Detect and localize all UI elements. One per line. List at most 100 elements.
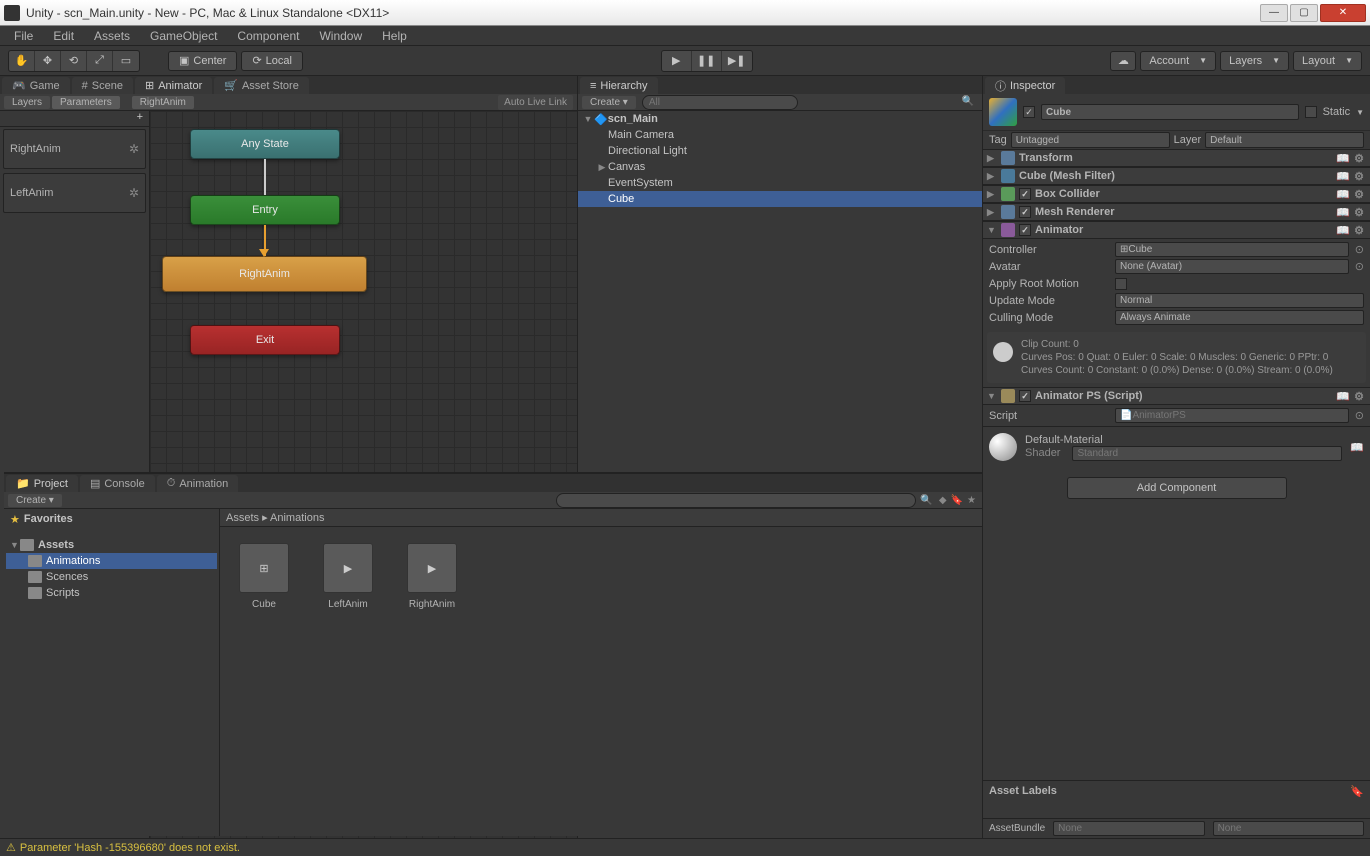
- assetbundle-variant-dropdown[interactable]: None: [1213, 821, 1364, 836]
- gear-icon[interactable]: ✲: [129, 142, 139, 156]
- breadcrumb-base[interactable]: RightAnim: [132, 96, 194, 109]
- help-icon[interactable]: 📖: [1336, 223, 1350, 237]
- param-rightanim[interactable]: RightAnim✲: [3, 129, 146, 169]
- update-mode-dropdown[interactable]: Normal: [1115, 293, 1364, 308]
- menu-file[interactable]: File: [4, 27, 43, 45]
- add-component-button[interactable]: Add Component: [1067, 477, 1287, 499]
- gear-icon[interactable]: ⚙: [1352, 223, 1366, 237]
- component-enabled-checkbox[interactable]: ✓: [1019, 206, 1031, 218]
- tab-assetstore[interactable]: 🛒 Asset Store: [214, 77, 309, 94]
- step-button[interactable]: ▶❚: [722, 51, 752, 71]
- layout-dropdown[interactable]: Layout▼: [1293, 51, 1362, 71]
- pivot-center-toggle[interactable]: ▣ Center: [168, 51, 237, 71]
- asset-cube[interactable]: ⊞Cube: [236, 543, 292, 610]
- culling-mode-dropdown[interactable]: Always Animate: [1115, 310, 1364, 325]
- node-entry[interactable]: Entry: [190, 195, 340, 225]
- gear-icon[interactable]: ⚙: [1352, 205, 1366, 219]
- node-rightanim[interactable]: RightAnim: [162, 256, 367, 292]
- close-button[interactable]: ✕: [1320, 4, 1366, 22]
- folder-scences[interactable]: Scences: [6, 569, 217, 585]
- component-enabled-checkbox[interactable]: ✓: [1019, 188, 1031, 200]
- assets-folder[interactable]: ▼Assets: [6, 537, 217, 553]
- hierarchy-item[interactable]: ▶Canvas: [578, 159, 982, 175]
- project-breadcrumb[interactable]: Assets ▸ Animations: [220, 509, 982, 527]
- node-exit[interactable]: Exit: [190, 325, 340, 355]
- gear-icon[interactable]: ⚙: [1352, 169, 1366, 183]
- help-icon[interactable]: 📖: [1336, 389, 1350, 403]
- tag-icon[interactable]: 🔖: [1350, 785, 1364, 798]
- rotate-tool[interactable]: ⟲: [61, 51, 87, 71]
- component-animatorps[interactable]: ▼✓Animator PS (Script)📖⚙: [983, 387, 1370, 405]
- hierarchy-search[interactable]: [642, 95, 798, 110]
- gear-icon[interactable]: ⚙: [1352, 187, 1366, 201]
- component-meshrenderer[interactable]: ▶✓Mesh Renderer📖⚙: [983, 203, 1370, 221]
- subtab-parameters[interactable]: Parameters: [52, 96, 120, 109]
- component-enabled-checkbox[interactable]: ✓: [1019, 390, 1031, 402]
- favorites-header[interactable]: ★Favorites: [6, 511, 217, 527]
- pivot-local-toggle[interactable]: ⟳ Local: [241, 51, 303, 71]
- tab-animation[interactable]: ⏱ Animation: [157, 475, 239, 492]
- play-button[interactable]: ▶: [662, 51, 692, 71]
- hierarchy-item[interactable]: EventSystem: [578, 175, 982, 191]
- component-meshfilter[interactable]: ▶Cube (Mesh Filter)📖⚙: [983, 167, 1370, 185]
- avatar-field[interactable]: None (Avatar): [1115, 259, 1349, 274]
- asset-rightanim[interactable]: ▶RightAnim: [404, 543, 460, 610]
- menu-component[interactable]: Component: [227, 27, 309, 45]
- cloud-button[interactable]: ☁: [1110, 51, 1136, 71]
- minimize-button[interactable]: —: [1260, 4, 1288, 22]
- component-transform[interactable]: ▶Transform📖⚙: [983, 149, 1370, 167]
- help-icon[interactable]: 📖: [1336, 187, 1350, 201]
- help-icon[interactable]: 📖: [1336, 205, 1350, 219]
- controller-field[interactable]: ⊞ Cube: [1115, 242, 1349, 257]
- menu-assets[interactable]: Assets: [84, 27, 140, 45]
- shader-dropdown[interactable]: Standard: [1072, 446, 1342, 461]
- hierarchy-item[interactable]: Main Camera: [578, 127, 982, 143]
- menu-window[interactable]: Window: [309, 27, 372, 45]
- tab-console[interactable]: ▤ Console: [80, 475, 155, 492]
- material-preview[interactable]: Default-Material ShaderStandard 📖: [983, 426, 1370, 467]
- gear-icon[interactable]: ✲: [129, 186, 139, 200]
- menu-help[interactable]: Help: [372, 27, 417, 45]
- tab-inspector[interactable]: ⓘ Inspector: [985, 77, 1065, 94]
- project-search[interactable]: [556, 493, 916, 508]
- apply-root-motion-checkbox[interactable]: [1115, 278, 1127, 290]
- component-animator[interactable]: ▼✓Animator📖⚙: [983, 221, 1370, 239]
- rect-tool[interactable]: ▭: [113, 51, 139, 71]
- filter-icon[interactable]: ◆: [939, 495, 947, 506]
- folder-animations[interactable]: Animations: [6, 553, 217, 569]
- hierarchy-item-selected[interactable]: Cube: [578, 191, 982, 207]
- filter-icon[interactable]: ★: [967, 495, 976, 506]
- assetbundle-dropdown[interactable]: None: [1053, 821, 1204, 836]
- hierarchy-item-scene[interactable]: ▼🔷 scn_Main: [578, 111, 982, 127]
- pause-button[interactable]: ❚❚: [692, 51, 722, 71]
- help-icon[interactable]: 📖: [1350, 441, 1364, 454]
- gear-icon[interactable]: ⚙: [1352, 389, 1366, 403]
- static-checkbox[interactable]: [1305, 106, 1317, 118]
- layer-dropdown[interactable]: Default: [1205, 132, 1364, 148]
- component-boxcollider[interactable]: ▶✓Box Collider📖⚙: [983, 185, 1370, 203]
- scale-tool[interactable]: ⤢: [87, 51, 113, 71]
- folder-scripts[interactable]: Scripts: [6, 585, 217, 601]
- tab-animator[interactable]: ⊞ Animator: [135, 77, 212, 94]
- help-icon[interactable]: 📖: [1336, 151, 1350, 165]
- maximize-button[interactable]: ▢: [1290, 4, 1318, 22]
- hierarchy-create[interactable]: Create ▾: [582, 96, 636, 109]
- component-enabled-checkbox[interactable]: ✓: [1019, 224, 1031, 236]
- script-field[interactable]: 📄 AnimatorPS: [1115, 408, 1349, 423]
- tag-dropdown[interactable]: Untagged: [1011, 132, 1170, 148]
- gameobject-name-field[interactable]: [1041, 104, 1299, 120]
- help-icon[interactable]: 📖: [1336, 169, 1350, 183]
- asset-leftanim[interactable]: ▶LeftAnim: [320, 543, 376, 610]
- layers-dropdown[interactable]: Layers▼: [1220, 51, 1289, 71]
- move-tool[interactable]: ✥: [35, 51, 61, 71]
- node-anystate[interactable]: Any State: [190, 129, 340, 159]
- tab-scene[interactable]: # Scene: [72, 77, 133, 94]
- menu-edit[interactable]: Edit: [43, 27, 84, 45]
- active-checkbox[interactable]: ✓: [1023, 106, 1035, 118]
- tab-hierarchy[interactable]: ≡ Hierarchy: [580, 77, 658, 94]
- auto-live-link[interactable]: Auto Live Link: [498, 95, 573, 110]
- account-dropdown[interactable]: Account▼: [1140, 51, 1216, 71]
- menu-gameobject[interactable]: GameObject: [140, 27, 227, 45]
- hand-tool[interactable]: ✋: [9, 51, 35, 71]
- project-create[interactable]: Create ▾: [8, 494, 62, 507]
